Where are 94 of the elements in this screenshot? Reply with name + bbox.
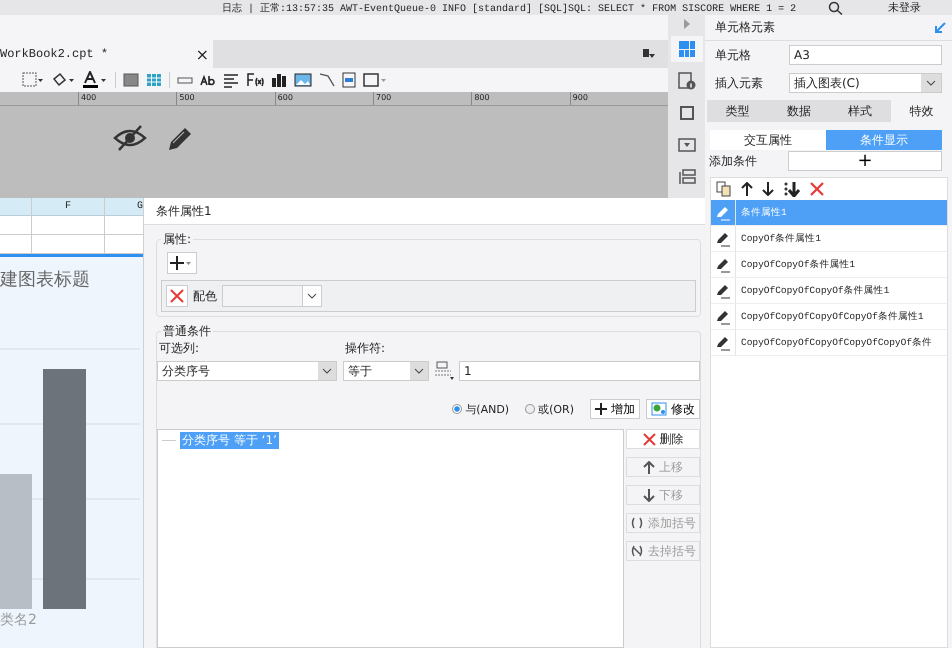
file-tab-title[interactable]: WorkBook2.cpt * [0,47,108,61]
tab-list-icon[interactable] [642,48,656,60]
login-status[interactable]: 未登录 [888,0,921,15]
column-select[interactable]: 分类序号 [157,361,337,381]
group-legend: 属性: [161,231,194,248]
plus-icon [595,403,607,415]
condition-list-item[interactable]: CopyOfCopyOfCopyOfCopyOf条件属性1 [711,304,947,330]
remove-button[interactable] [166,285,188,307]
arrow-up-icon [643,460,655,474]
delete-button[interactable]: 删除 [626,429,700,449]
panel-tab[interactable]: 特效 [890,100,952,122]
column-header[interactable]: G [105,198,143,215]
move-down-icon[interactable] [762,182,774,196]
merge-cells-icon[interactable] [123,72,139,88]
cell-field[interactable]: A3 [789,45,942,65]
table-icon[interactable] [146,72,162,88]
frame-icon[interactable] [363,72,387,88]
logic-radio[interactable]: 或(OR) [525,402,574,416]
plus-icon [170,255,192,271]
ruler-label: 800 [471,92,570,105]
field-label: 单元格 [715,46,752,64]
pencil-icon [715,308,731,324]
move-bottom-icon[interactable] [783,181,801,197]
pencil-icon [715,230,731,246]
column-header[interactable]: F [32,198,105,215]
color-select[interactable] [222,285,322,307]
condition-list-item[interactable]: CopyOf条件属性1 [711,226,947,252]
panel-title: 单元格元素 [715,19,775,36]
field-label: 插入元素 [715,74,764,92]
move-up-icon[interactable] [741,182,753,196]
close-icon [170,289,184,303]
pencil-icon [715,334,731,350]
ruler-label: 600 [274,92,373,105]
pencil-icon [715,204,731,220]
condition-list-item[interactable]: CopyOfCopyOfCopyOf条件属性1 [711,278,947,304]
log-text: 日志 | 正常:13:57:35 AWT-EventQueue-0 INFO [standard] [SQL]SQL: SELECT * FROM SISCORE WHERE 1 = 2 [222,2,798,14]
chevron-down-icon [414,368,424,374]
chevron-down-icon [926,80,936,86]
delete-icon[interactable] [810,182,824,196]
fill-color-icon[interactable] [51,72,75,88]
dialog-title: 条件属性1 [144,198,705,225]
font-color-icon[interactable] [82,71,108,89]
field-label: 操作符: [345,340,386,357]
dropdown-box-icon [678,136,696,154]
border-icon[interactable] [22,72,44,88]
operator-select[interactable]: 等于 [343,361,429,381]
bar-chart-icon[interactable] [271,72,287,88]
group-legend: 普通条件 [161,323,213,340]
image-icon[interactable] [294,72,312,88]
add-attribute-button[interactable] [167,252,197,274]
copy-icon[interactable] [716,181,732,197]
close-icon [642,432,656,446]
pencil-icon [715,282,731,298]
ruler-label: 500 [176,92,275,105]
stacked-bars-icon [678,168,696,186]
add-condition-button[interactable]: + [788,151,942,171]
search-icon[interactable] [828,0,844,14]
chevron-down-icon [307,293,317,299]
square-icon [678,104,696,122]
close-button[interactable]: × [196,44,209,64]
modify-button[interactable]: 修改 [646,399,700,419]
crossed-brackets-icon [630,545,644,557]
insert-element-select[interactable]: 插入图表(C) [789,73,942,93]
slash-icon[interactable] [319,72,335,88]
add-button[interactable]: 增加 [590,399,640,419]
report-icon[interactable] [342,72,356,88]
brackets-icon [630,517,644,529]
sub-tab[interactable]: 交互属性 [710,130,826,150]
pencil-icon [715,256,731,272]
file-tab[interactable]: WorkBook2.cpt * × [0,40,213,68]
condition-list-item[interactable]: CopyOfCopyOfCopyOfCopyOfCopyOf条件 [711,330,947,356]
info-sheet-icon [678,72,696,90]
attribute-label: 配色 [193,288,217,304]
side-tool-button[interactable] [670,36,702,62]
align-icon[interactable] [223,72,239,88]
grid-layout-icon [678,40,696,58]
eye-slash-icon[interactable] [113,124,147,152]
panel-tab[interactable]: 类型 [707,100,768,122]
condition-list-item[interactable]: CopyOfCopyOf条件属性1 [711,252,947,278]
ruler-label: 400 [78,92,176,105]
category-label: 类名2 [0,611,38,629]
value-type-icon[interactable] [433,361,455,381]
formula-icon[interactable] [246,72,264,88]
logic-radio[interactable]: 与(AND) [452,402,510,416]
collapse-arrow-icon[interactable] [934,22,946,34]
arrow-down-icon [643,488,655,502]
ruler-label: 700 [372,92,472,105]
chart-title: 建图表标题 [0,268,91,291]
value-field[interactable]: 1 [459,361,700,381]
add-condition-label: 添加条件 [709,152,757,170]
field-label: 可选列: [159,340,200,357]
panel-tab[interactable]: 数据 [768,100,830,122]
panel-tab[interactable]: 样式 [830,100,891,122]
chevron-down-icon [322,368,332,374]
